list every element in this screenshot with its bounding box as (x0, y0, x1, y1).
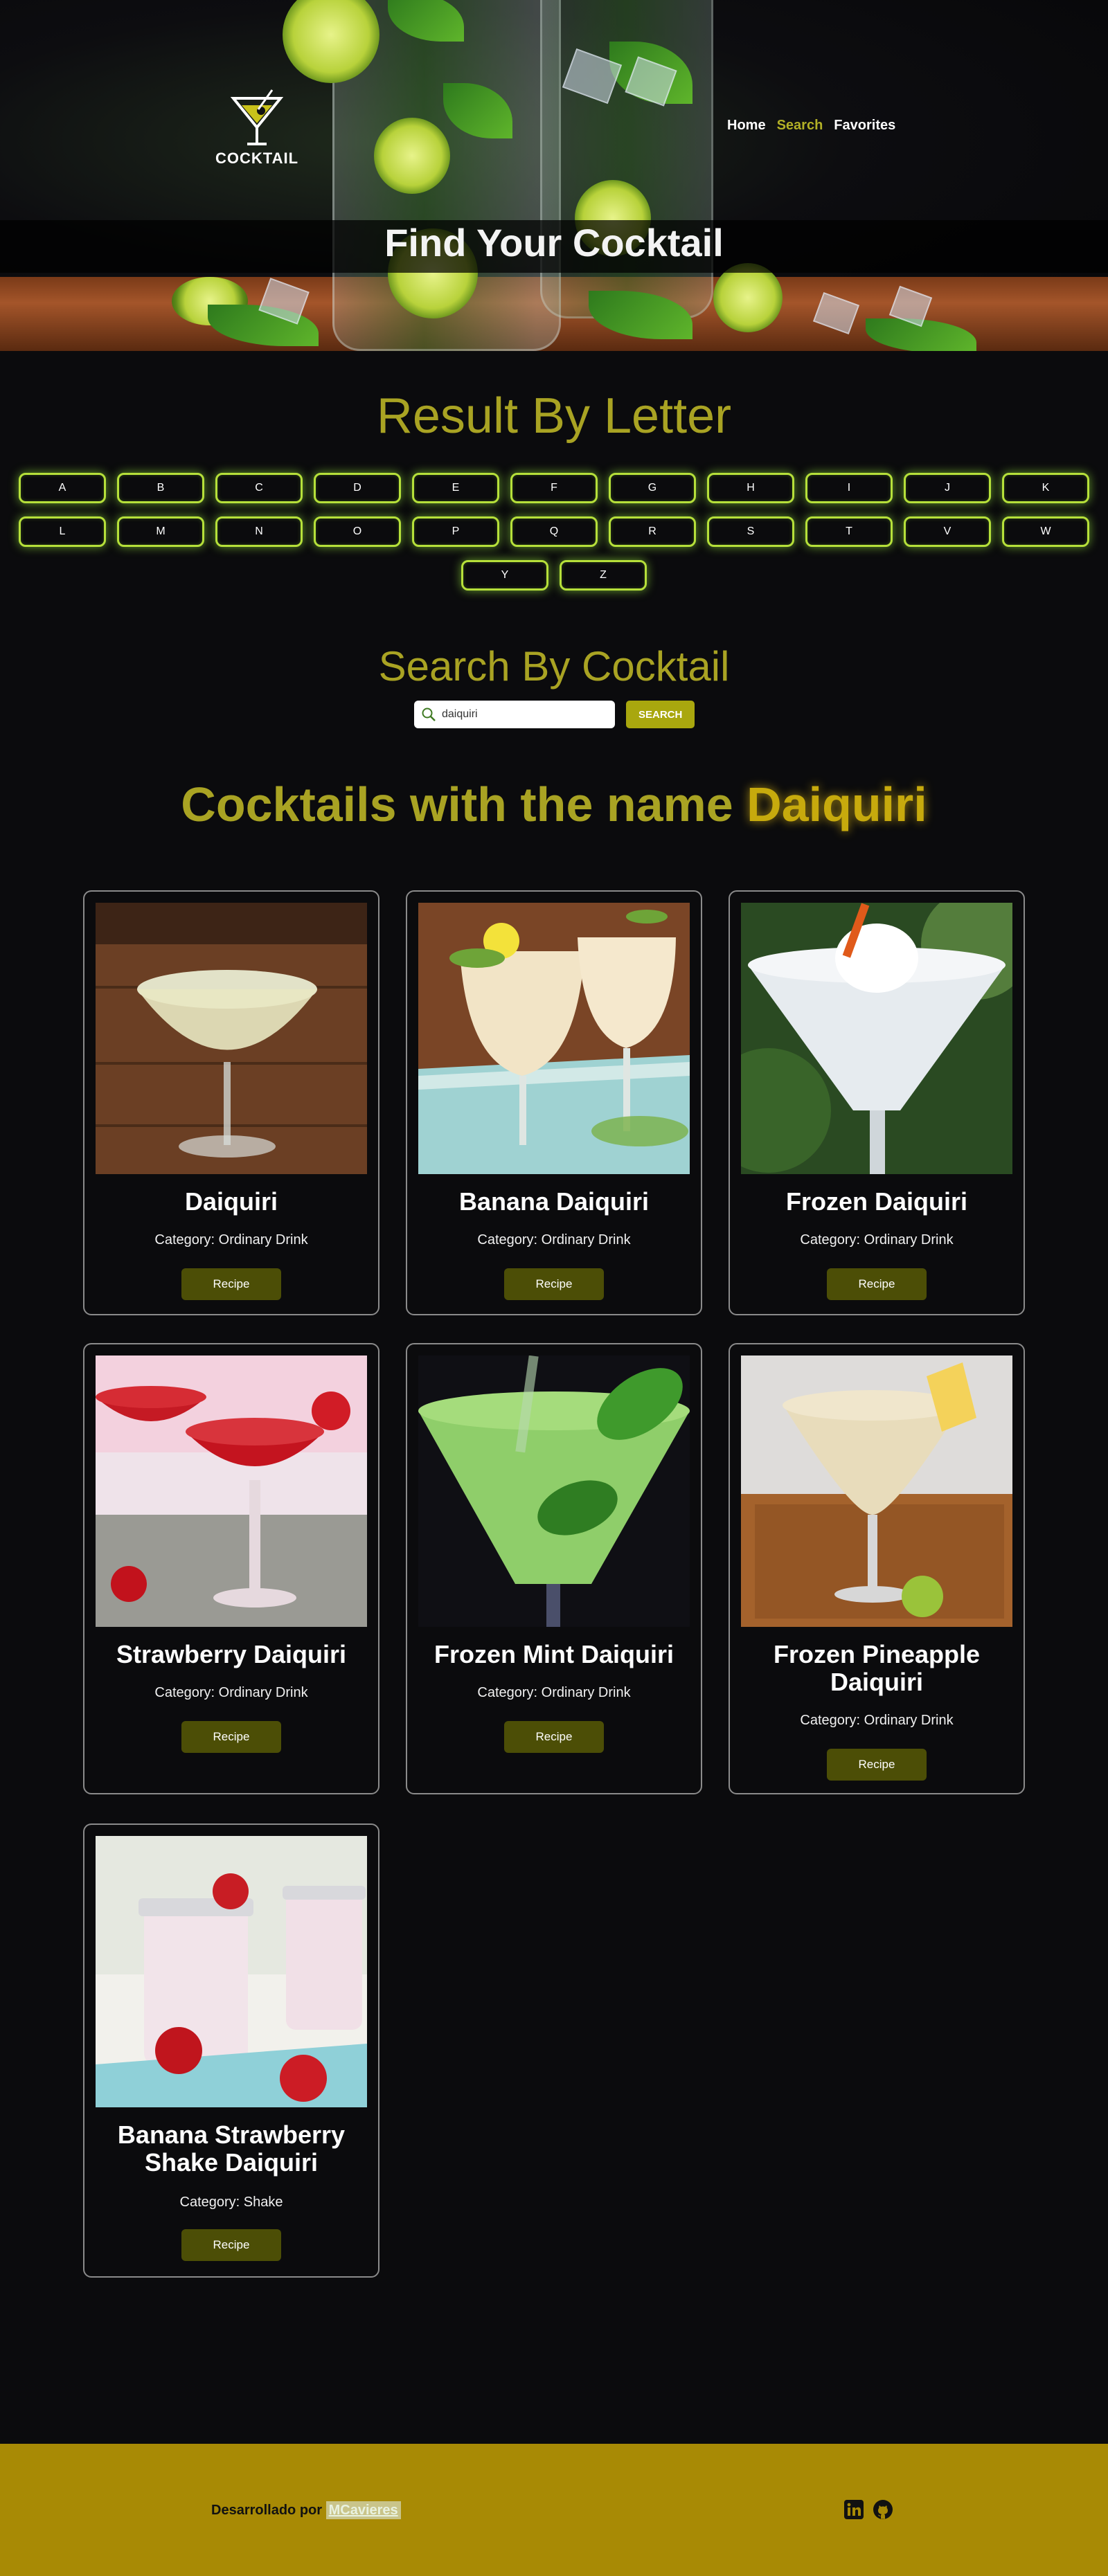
letter-button-k[interactable]: K (1002, 473, 1089, 503)
search-button[interactable]: SEARCH (626, 701, 695, 728)
cocktail-name: Frozen Mint Daiquiri (434, 1640, 674, 1668)
letter-button-o[interactable]: O (314, 516, 401, 547)
letter-button-p[interactable]: P (412, 516, 499, 547)
recipe-button[interactable]: Recipe (827, 1749, 927, 1781)
cocktail-category: Category: Ordinary Drink (477, 1232, 631, 1248)
cocktail-card: Frozen Daiquiri Category: Ordinary Drink… (729, 890, 1025, 1315)
letter-button-a[interactable]: A (19, 473, 106, 503)
github-icon[interactable] (873, 2499, 893, 2523)
letter-row: YZ (0, 560, 1108, 591)
letter-button-z[interactable]: Z (560, 560, 647, 591)
letter-button-h[interactable]: H (707, 473, 794, 503)
cocktail-image (96, 903, 367, 1174)
cocktail-name: Frozen Pineapple Daiquiri (773, 1640, 981, 1696)
developer-name-link[interactable]: MCavieres (325, 2501, 401, 2519)
letter-button-e[interactable]: E (412, 473, 499, 503)
search-icon (422, 708, 436, 721)
results-title: Cocktails with the name Daiquiri (0, 777, 1108, 832)
search-form: SEARCH (414, 701, 695, 728)
cocktail-image (96, 1836, 367, 2107)
letter-button-t[interactable]: T (805, 516, 893, 547)
letter-button-g[interactable]: G (609, 473, 696, 503)
recipe-button[interactable]: Recipe (181, 1268, 281, 1300)
footer-credit-label: Desarrollado por (211, 2503, 323, 2518)
search-input[interactable] (442, 708, 608, 721)
letters-section-title: Result By Letter (376, 388, 732, 444)
cocktail-card: Banana Daiquiri Category: Ordinary Drink… (406, 890, 702, 1315)
cocktail-image (741, 903, 1012, 1174)
letter-button-b[interactable]: B (117, 473, 204, 503)
search-box (414, 701, 615, 728)
cocktail-category: Category: Ordinary Drink (800, 1713, 954, 1728)
results-query-highlight: Daiquiri (747, 777, 927, 831)
logo-text: COCKTAIL (215, 150, 299, 167)
cocktail-category: Category: Ordinary Drink (800, 1232, 954, 1248)
site-footer: Desarrollado por MCavieres (0, 2444, 1108, 2576)
cocktail-card: Strawberry Daiquiri Category: Ordinary D… (83, 1343, 379, 1794)
cocktail-name: Banana Strawberry Shake Daiquiri (117, 2120, 346, 2177)
search-section-title: Search By Cocktail (378, 643, 730, 690)
recipe-button[interactable]: Recipe (827, 1268, 927, 1300)
lime-slice (374, 118, 450, 194)
letter-button-y[interactable]: Y (461, 560, 548, 591)
letter-button-c[interactable]: C (215, 473, 303, 503)
letter-row: LMNOPQRSTVW (0, 516, 1108, 547)
hero-header: COCKTAIL Home Search Favorites Find Your… (0, 0, 1108, 351)
cocktail-image (96, 1355, 367, 1627)
lime-slice (713, 263, 783, 332)
nav-home-link[interactable]: Home (727, 118, 766, 134)
hero-title: Find Your Cocktail (384, 221, 724, 264)
cocktail-card: Frozen Mint Daiquiri Category: Ordinary … (406, 1343, 702, 1794)
nav-search-link[interactable]: Search (777, 118, 823, 134)
letter-button-n[interactable]: N (215, 516, 303, 547)
cocktail-image (418, 1355, 690, 1627)
letter-button-r[interactable]: R (609, 516, 696, 547)
cocktail-category: Category: Shake (179, 2195, 283, 2210)
cocktail-glass-icon (230, 89, 284, 145)
cocktail-card: Frozen Pineapple Daiquiri Category: Ordi… (729, 1343, 1025, 1794)
letter-button-j[interactable]: J (904, 473, 991, 503)
letter-button-w[interactable]: W (1002, 516, 1089, 547)
cocktail-image (741, 1355, 1012, 1627)
nav-favorites-link[interactable]: Favorites (834, 118, 895, 134)
cocktail-name: Frozen Daiquiri (785, 1187, 968, 1216)
letter-button-s[interactable]: S (707, 516, 794, 547)
footer-social-links (843, 2499, 893, 2523)
recipe-button[interactable]: Recipe (504, 1721, 604, 1753)
cocktail-image (418, 903, 690, 1174)
letter-button-m[interactable]: M (117, 516, 204, 547)
site-logo[interactable]: COCKTAIL (212, 89, 302, 172)
cocktail-category: Category: Ordinary Drink (477, 1685, 631, 1700)
cocktail-name: Daiquiri (184, 1187, 278, 1216)
letter-row: ABCDEFGHIJK (0, 473, 1108, 503)
recipe-button[interactable]: Recipe (181, 2229, 281, 2261)
letter-button-l[interactable]: L (19, 516, 106, 547)
letter-button-f[interactable]: F (510, 473, 598, 503)
cocktail-name: Strawberry Daiquiri (116, 1640, 347, 1668)
recipe-button[interactable]: Recipe (504, 1268, 604, 1300)
letter-button-v[interactable]: V (904, 516, 991, 547)
recipe-button[interactable]: Recipe (181, 1721, 281, 1753)
letter-button-q[interactable]: Q (510, 516, 598, 547)
linkedin-icon[interactable] (843, 2499, 864, 2523)
letter-button-d[interactable]: D (314, 473, 401, 503)
results-title-prefix: Cocktails with the name (181, 777, 733, 831)
cocktail-category: Category: Ordinary Drink (154, 1685, 308, 1700)
cocktail-card: Daiquiri Category: Ordinary Drink Recipe (83, 890, 379, 1315)
cocktail-card: Banana Strawberry Shake Daiquiri Categor… (83, 1823, 379, 2278)
cocktail-category: Category: Ordinary Drink (154, 1232, 308, 1248)
main-nav: Home Search Favorites (727, 118, 895, 134)
cocktail-name: Banana Daiquiri (458, 1187, 650, 1216)
footer-credit: Desarrollado por MCavieres (211, 2501, 401, 2519)
letter-button-i[interactable]: I (805, 473, 893, 503)
